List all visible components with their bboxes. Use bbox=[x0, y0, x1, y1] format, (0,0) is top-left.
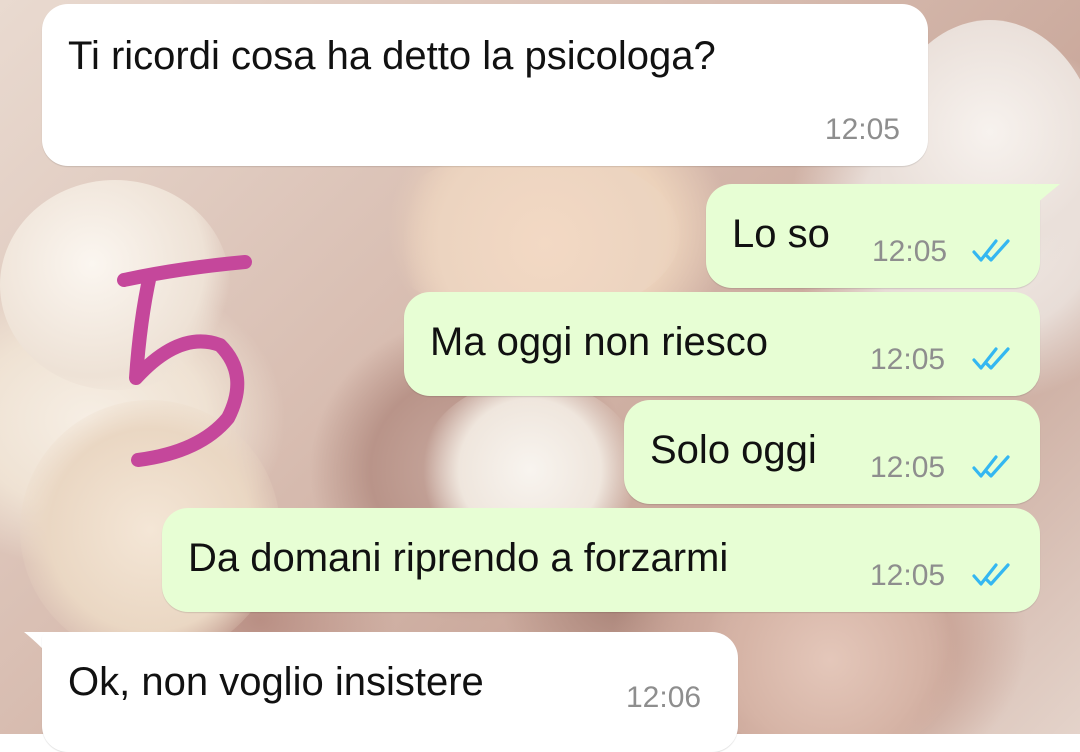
message-text: Solo oggi bbox=[650, 428, 817, 472]
double-check-read-icon bbox=[972, 239, 1010, 262]
message-bubble-outgoing[interactable]: Ma oggi non riesco 12:05 bbox=[404, 292, 1040, 396]
message-text: Lo so bbox=[732, 212, 830, 256]
message-bubble-outgoing[interactable]: Solo oggi 12:05 bbox=[624, 400, 1040, 504]
message-text: Ti ricordi cosa ha detto la psicologa? bbox=[68, 34, 716, 78]
message-bubble-incoming[interactable]: Ti ricordi cosa ha detto la psicologa? 1… bbox=[42, 4, 928, 166]
bubble-tail bbox=[1036, 184, 1060, 204]
message-text: Ok, non voglio insistere bbox=[68, 660, 484, 704]
message-text: Ma oggi non riesco bbox=[430, 320, 768, 364]
message-bubble-outgoing[interactable]: Lo so 12:05 bbox=[706, 184, 1040, 288]
message-time: 12:06 bbox=[626, 681, 702, 714]
message-time: 12:05 bbox=[824, 113, 900, 146]
message-bubble-incoming[interactable]: Ok, non voglio insistere 12:06 bbox=[42, 632, 738, 752]
message-bubble-outgoing[interactable]: Da domani riprendo a forzarmi 12:05 bbox=[162, 508, 1040, 612]
double-check-read-icon bbox=[972, 347, 1010, 370]
message-time: 12:05 bbox=[872, 235, 948, 268]
message-time: 12:05 bbox=[870, 559, 946, 592]
message-time: 12:05 bbox=[870, 451, 946, 484]
message-text: Da domani riprendo a forzarmi bbox=[188, 536, 729, 580]
double-check-read-icon bbox=[972, 563, 1010, 586]
double-check-read-icon bbox=[972, 455, 1010, 478]
message-time: 12:05 bbox=[870, 343, 946, 376]
